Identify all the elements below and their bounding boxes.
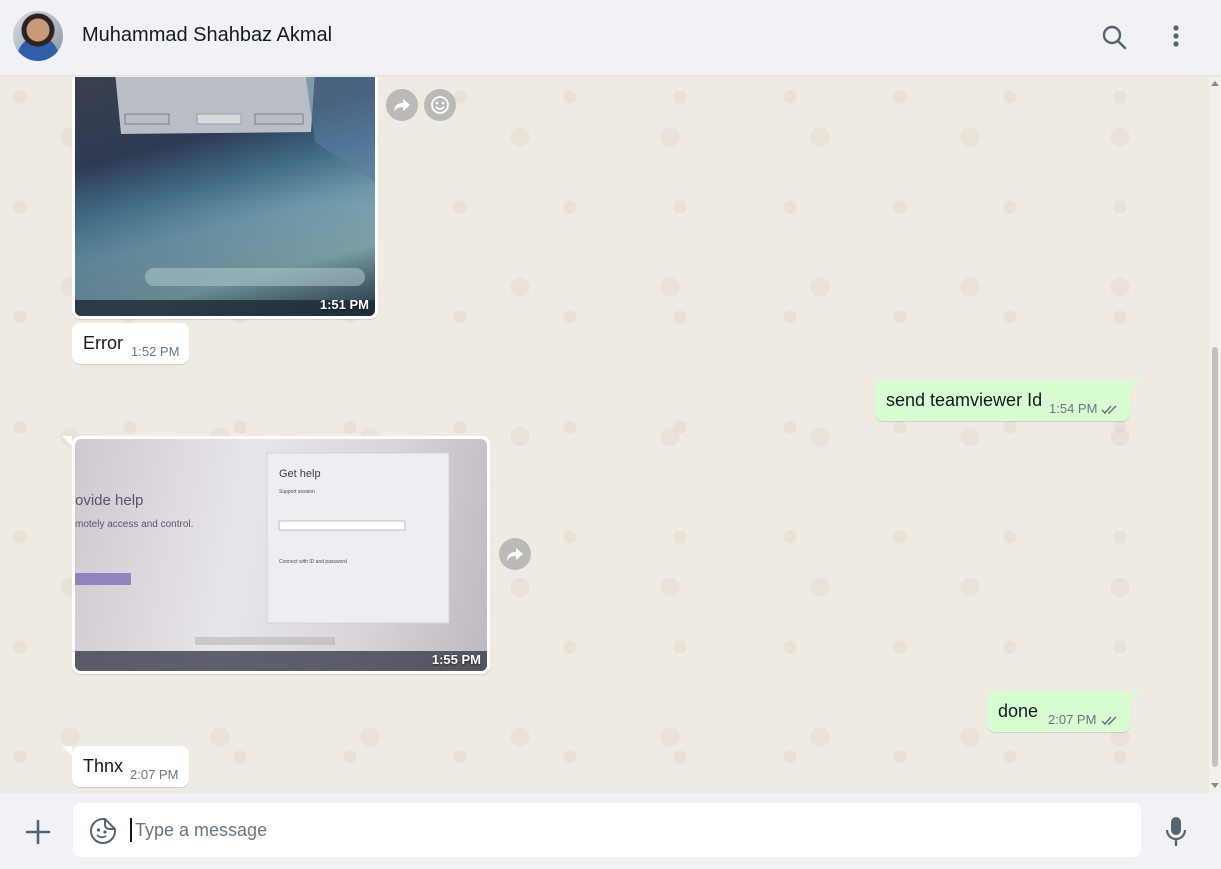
photo-content: Get help Support session Connect with ID… <box>75 452 487 671</box>
svg-text:ovide help: ovide help <box>75 492 143 509</box>
image-message[interactable]: Get help Support session Connect with ID… <box>72 436 490 674</box>
svg-text:Get help: Get help <box>279 468 321 480</box>
bubble-tail <box>62 436 72 446</box>
photo-content <box>75 77 375 316</box>
message-text: Thnx <box>83 756 124 776</box>
emoji-icon <box>431 96 449 114</box>
message-time: 1:52 PM <box>131 344 180 359</box>
chat-header: Muhammad Shahbaz Akmal <box>0 0 1221 76</box>
forward-icon <box>394 99 410 112</box>
message-time: 2:07 PM <box>1048 712 1097 727</box>
plus-icon <box>25 819 51 845</box>
microphone-icon <box>1165 817 1187 846</box>
message-time: 2:07 PM <box>130 767 179 782</box>
message-text: done <box>998 701 1039 721</box>
forward-button[interactable] <box>499 538 531 570</box>
outgoing-message[interactable]: done 2:07 PM <box>987 691 1130 732</box>
message-text: Error <box>83 333 123 353</box>
read-ticks-icon <box>1101 405 1117 415</box>
message-time: 1:55 PM <box>431 652 481 667</box>
svg-text:Support session: Support session <box>279 489 315 495</box>
sticker-button[interactable] <box>89 817 117 845</box>
bubble-tail <box>62 746 72 756</box>
read-ticks-icon <box>1101 716 1117 726</box>
scroll-up-arrow[interactable] <box>1211 81 1219 86</box>
forward-button[interactable] <box>386 89 418 121</box>
message-input[interactable] <box>135 811 1115 849</box>
incoming-message[interactable]: Error 1:52 PM <box>72 323 189 364</box>
message-image[interactable]: 1:51 PM <box>75 77 375 316</box>
message-text: send teamviewer Id <box>886 390 1043 410</box>
voice-message-button[interactable] <box>1164 816 1188 848</box>
image-message[interactable]: 1:51 PM <box>72 77 378 319</box>
contact-name[interactable]: Muhammad Shahbaz Akmal <box>82 24 332 47</box>
search-button[interactable] <box>1096 20 1132 56</box>
incoming-message[interactable]: Thnx 2:07 PM <box>72 746 189 787</box>
message-image[interactable]: Get help Support session Connect with ID… <box>75 439 487 671</box>
text-caret <box>130 818 132 842</box>
scroll-thumb[interactable] <box>1212 347 1218 767</box>
attach-button[interactable] <box>24 818 52 846</box>
sticker-icon <box>90 818 116 844</box>
message-input-container[interactable] <box>73 803 1141 857</box>
outgoing-message[interactable]: send teamviewer Id 1:54 PM <box>875 380 1130 421</box>
svg-text:Connect with ID and password: Connect with ID and password <box>279 559 347 565</box>
svg-text:motely access and control.: motely access and control. <box>75 519 193 530</box>
search-icon <box>1102 25 1127 50</box>
chat-scrollbar[interactable] <box>1209 77 1221 793</box>
scroll-down-arrow[interactable] <box>1211 783 1219 788</box>
forward-icon <box>507 548 523 561</box>
bubble-tail <box>1130 380 1140 390</box>
menu-button[interactable] <box>1158 20 1194 56</box>
contact-avatar[interactable] <box>13 11 63 61</box>
bubble-tail <box>1130 691 1140 701</box>
message-time: 1:54 PM <box>1049 401 1098 416</box>
react-button[interactable] <box>424 89 456 121</box>
menu-dots-icon <box>1173 25 1179 47</box>
message-time: 1:51 PM <box>319 297 369 312</box>
message-list[interactable]: 1:51 PM Error 1:52 PM send teamviewer Id… <box>0 77 1221 793</box>
